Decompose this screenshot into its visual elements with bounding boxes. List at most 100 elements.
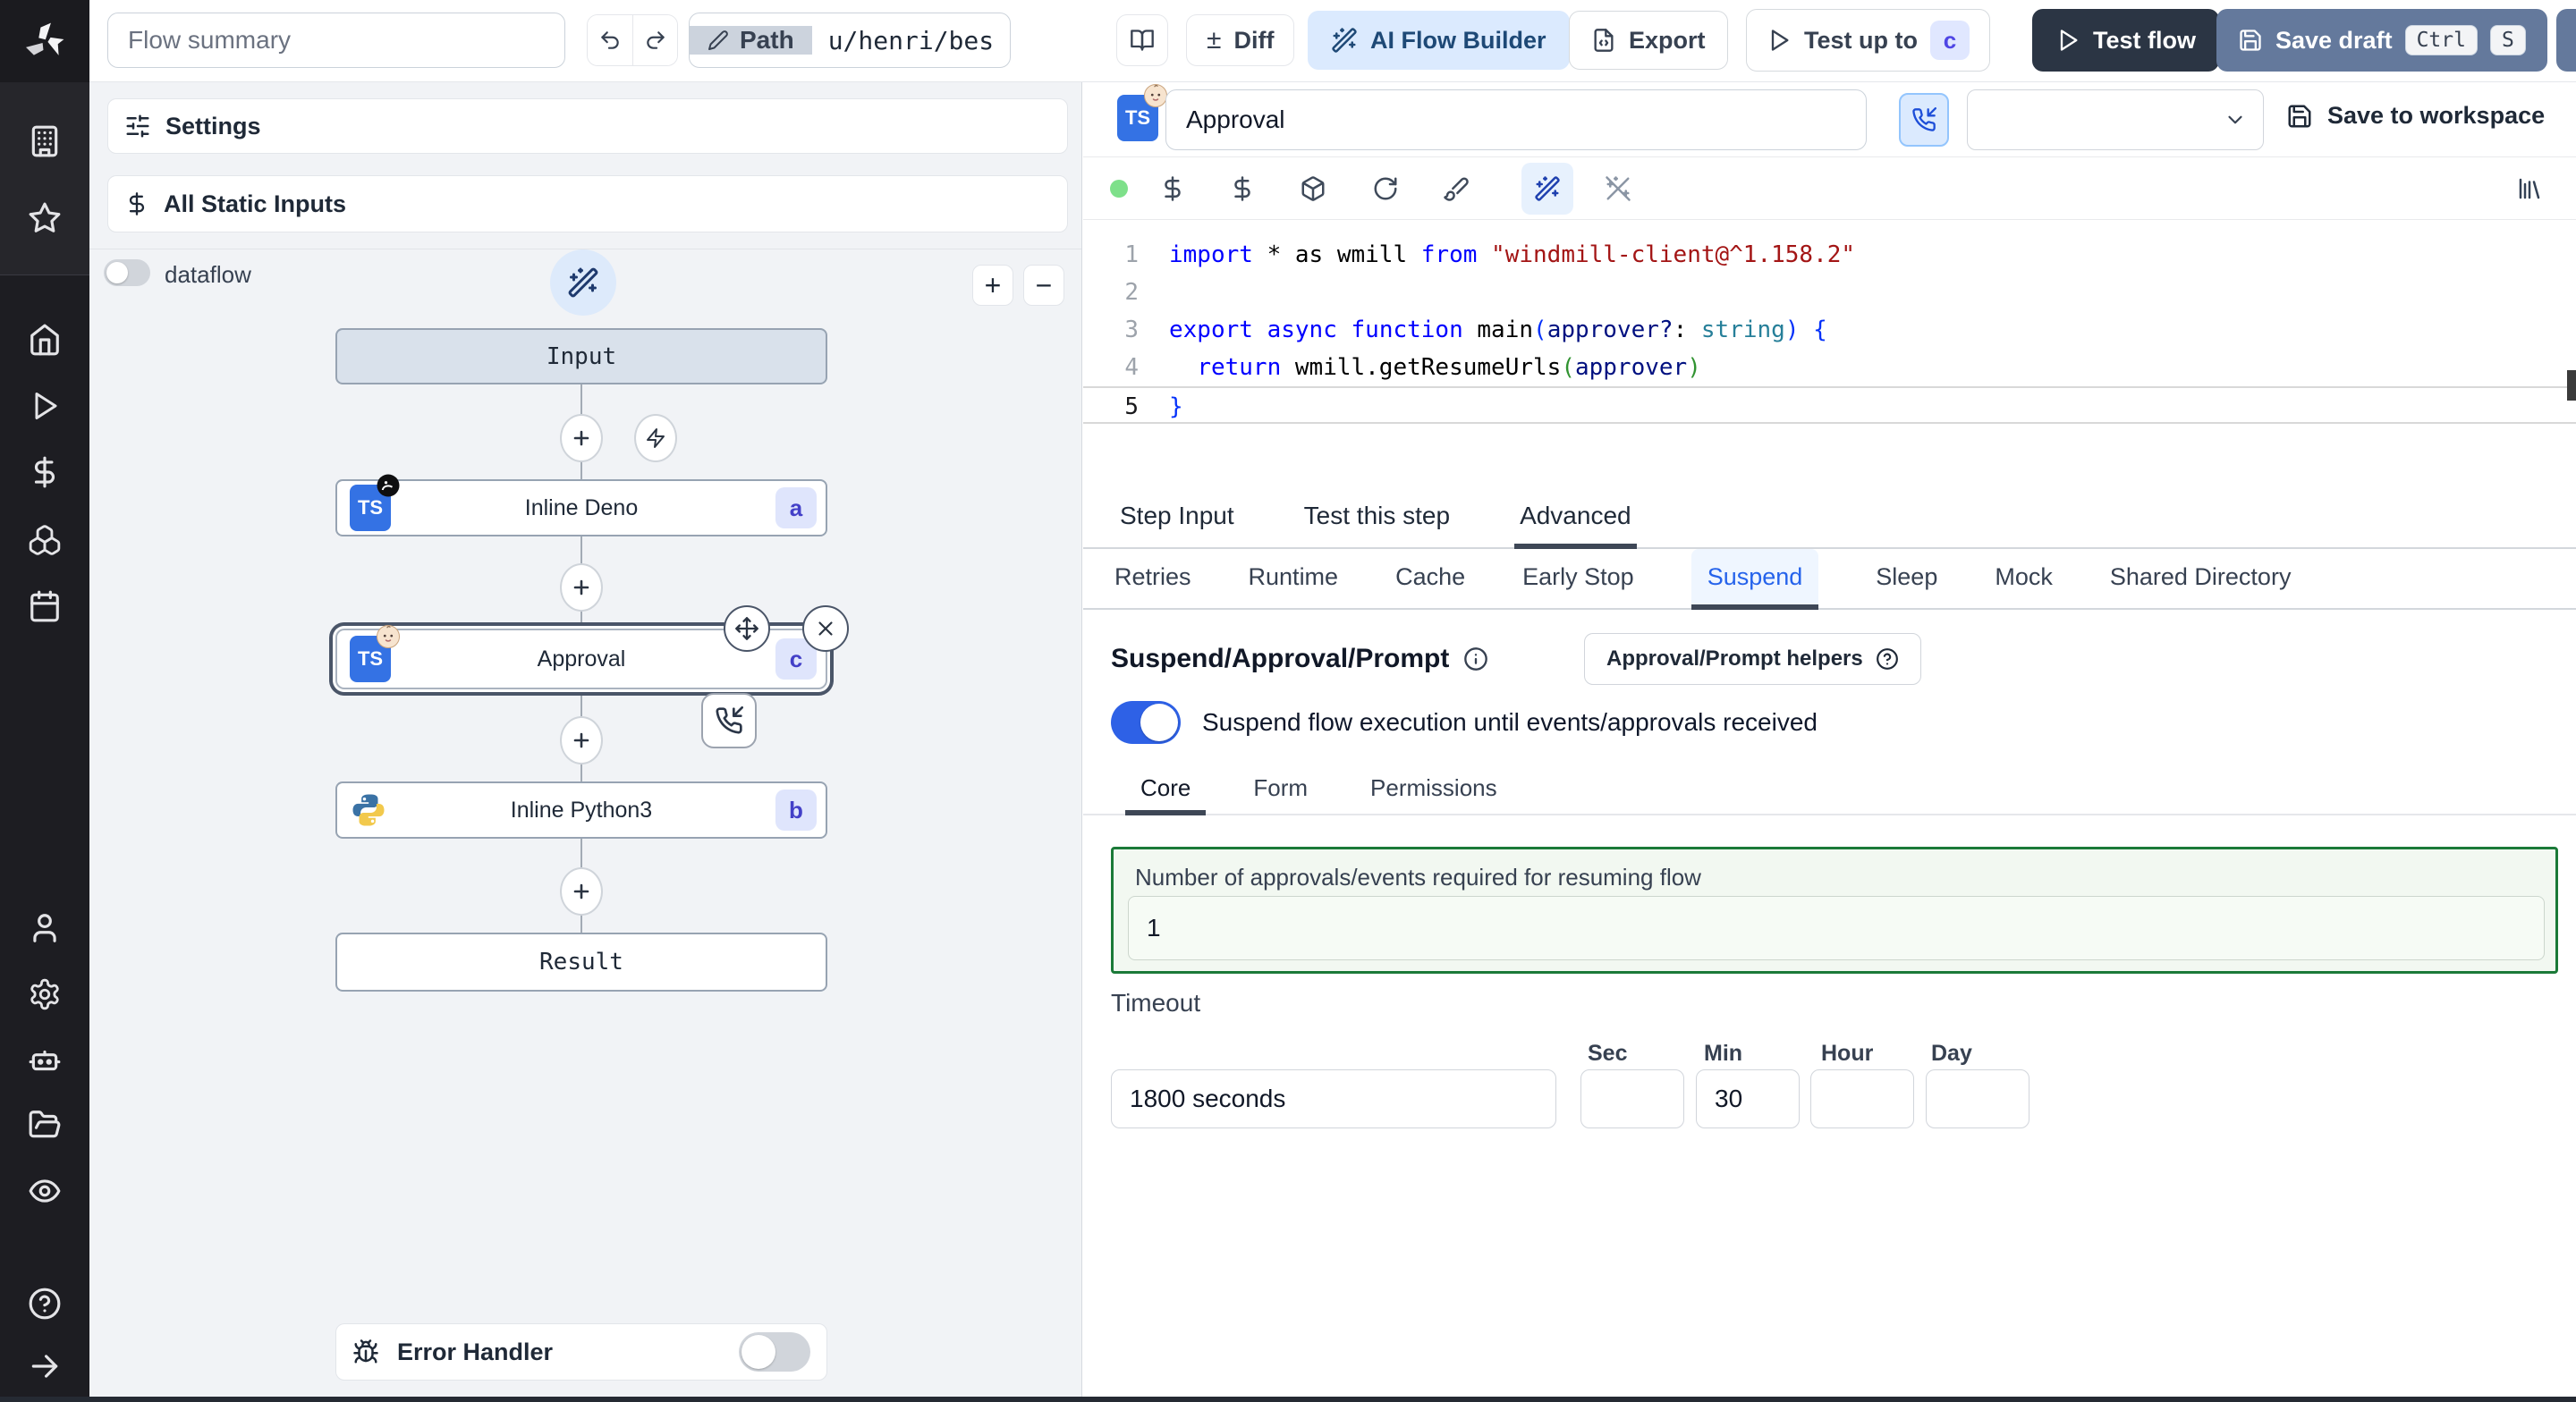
dataflow-toggle[interactable] xyxy=(104,259,150,286)
add-step-button-2[interactable] xyxy=(560,563,603,612)
help-circle-icon[interactable] xyxy=(0,1279,89,1329)
approval-phone-button[interactable] xyxy=(1899,93,1949,147)
timeout-min-input[interactable] xyxy=(1696,1069,1800,1128)
result-node[interactable]: Result xyxy=(335,933,827,992)
tab-form[interactable]: Form xyxy=(1253,765,1308,815)
eye-icon[interactable] xyxy=(0,1166,89,1216)
tab-mock[interactable]: Mock xyxy=(1995,549,2053,610)
bot-icon[interactable] xyxy=(0,1035,89,1085)
timeout-hour-input[interactable] xyxy=(1810,1069,1914,1128)
inline-deno-node[interactable]: TS Inline Deno a xyxy=(335,474,827,536)
timeout-summary-input[interactable] xyxy=(1111,1069,1556,1128)
error-handler-bar[interactable]: Error Handler xyxy=(335,1323,827,1381)
dollar-icon[interactable] xyxy=(0,447,89,497)
reset-icon[interactable] xyxy=(1372,175,1399,202)
variable-dollar-icon[interactable] xyxy=(1159,175,1186,202)
s-kbd: S xyxy=(2489,25,2526,55)
boxes-icon[interactable] xyxy=(0,515,89,565)
home-icon[interactable] xyxy=(0,315,89,365)
ai-flow-builder-button[interactable]: AI Flow Builder xyxy=(1308,11,1570,70)
tab-suspend[interactable]: Suspend xyxy=(1690,549,1819,610)
diff-button[interactable]: ± Diff xyxy=(1186,14,1295,66)
wand-off-icon[interactable] xyxy=(1605,175,1631,202)
suspend-toggle[interactable] xyxy=(1111,701,1181,744)
save-to-workspace-button[interactable]: Save to workspace xyxy=(2286,102,2545,130)
inline-deno-title: Inline Deno xyxy=(524,494,639,520)
redo-button[interactable] xyxy=(632,15,677,65)
ai-wand-button[interactable] xyxy=(550,249,616,316)
windmill-logo[interactable] xyxy=(0,0,89,82)
all-static-inputs-bar[interactable]: All Static Inputs xyxy=(107,175,1068,232)
add-step-button-4[interactable] xyxy=(560,867,603,916)
step-name-input[interactable] xyxy=(1165,89,1867,150)
trigger-bolt-button[interactable] xyxy=(634,414,677,462)
export-button[interactable]: Export xyxy=(1569,11,1728,70)
test-flow-button[interactable]: Test flow xyxy=(2032,9,2220,72)
suspend-sub-tabs: Core Form Permissions xyxy=(1083,765,2576,815)
phone-incoming-icon[interactable] xyxy=(701,693,757,748)
calendar-icon[interactable] xyxy=(0,581,89,631)
add-step-button-3[interactable] xyxy=(560,716,603,764)
script-version-select[interactable] xyxy=(1967,89,2264,150)
tab-retries[interactable]: Retries xyxy=(1114,549,1191,610)
tab-core[interactable]: Core xyxy=(1125,765,1207,815)
test-up-to-button[interactable]: Test up to c xyxy=(1746,9,1990,72)
typescript-icon: TS xyxy=(350,625,400,682)
min-label: Min xyxy=(1704,1041,1743,1066)
bug-icon xyxy=(352,1339,379,1365)
undo-button[interactable] xyxy=(588,15,632,65)
building-icon[interactable] xyxy=(0,116,89,166)
folder-open-icon[interactable] xyxy=(0,1100,89,1150)
step-header: TS Save to w xyxy=(1083,82,2576,157)
docs-button[interactable] xyxy=(1116,14,1168,66)
tab-shared-directory[interactable]: Shared Directory xyxy=(2110,549,2292,610)
code-lines: 1 import * as wmill from "windmill-client… xyxy=(1083,220,2576,424)
resource-dollar-icon[interactable] xyxy=(1229,175,1256,202)
tab-permissions[interactable]: Permissions xyxy=(1370,765,1497,815)
path-button[interactable]: Path xyxy=(690,26,812,55)
editor-scroll-marker[interactable] xyxy=(2567,370,2576,401)
test-flow-label: Test flow xyxy=(2093,26,2197,54)
approval-prompt-helpers-button[interactable]: Approval/Prompt helpers xyxy=(1584,633,1921,685)
hour-label: Hour xyxy=(1821,1041,1874,1066)
zoom-out-button[interactable]: − xyxy=(1023,265,1064,306)
zoom-in-button[interactable]: + xyxy=(972,265,1013,306)
undo-redo-group xyxy=(587,14,678,66)
deploy-button-clipped[interactable] xyxy=(2556,9,2576,72)
timeout-sec-input[interactable] xyxy=(1580,1069,1684,1128)
timeout-day-input[interactable] xyxy=(1926,1069,2029,1128)
play-icon[interactable] xyxy=(0,381,89,431)
move-node-button[interactable] xyxy=(724,605,770,652)
settings-bar[interactable]: Settings xyxy=(107,98,1068,154)
approvals-required-input[interactable] xyxy=(1128,896,2545,960)
suspend-section-title: Suspend/Approval/Prompt xyxy=(1111,644,1450,673)
dollar-icon xyxy=(124,191,149,216)
path-value[interactable]: u/henri/bes xyxy=(811,25,1011,55)
tab-test-this-step[interactable]: Test this step xyxy=(1299,487,1455,549)
gear-icon[interactable] xyxy=(0,969,89,1019)
advanced-tabs: Retries Runtime Cache Early Stop Suspend… xyxy=(1083,549,2576,610)
add-step-button-1[interactable] xyxy=(560,414,603,462)
bottom-bar xyxy=(0,1397,2576,1402)
user-icon[interactable] xyxy=(0,903,89,953)
package-icon[interactable] xyxy=(1300,175,1326,202)
inline-python3-node[interactable]: Inline Python3 b xyxy=(335,781,827,839)
format-brush-icon[interactable] xyxy=(1443,175,1470,202)
arrow-right-icon[interactable] xyxy=(0,1341,89,1391)
tab-early-stop[interactable]: Early Stop xyxy=(1522,549,1634,610)
flow-summary-input[interactable] xyxy=(107,13,565,68)
ai-wand-icon[interactable] xyxy=(1534,175,1561,202)
input-node[interactable]: Input xyxy=(335,328,827,384)
tab-advanced[interactable]: Advanced xyxy=(1514,487,1637,549)
star-icon[interactable] xyxy=(0,193,89,243)
tab-sleep[interactable]: Sleep xyxy=(1876,549,1937,610)
tab-runtime[interactable]: Runtime xyxy=(1249,549,1339,610)
tab-step-input[interactable]: Step Input xyxy=(1114,487,1240,549)
error-handler-toggle[interactable] xyxy=(739,1332,810,1372)
save-draft-button[interactable]: Save draft Ctrl S xyxy=(2216,9,2547,72)
library-icon[interactable] xyxy=(2516,175,2543,202)
tab-cache[interactable]: Cache xyxy=(1395,549,1465,610)
code-editor[interactable]: 1 import * as wmill from "windmill-client… xyxy=(1083,220,2576,487)
approvals-required-label: Number of approvals/events required for … xyxy=(1135,864,1701,891)
delete-node-button[interactable] xyxy=(802,605,849,652)
